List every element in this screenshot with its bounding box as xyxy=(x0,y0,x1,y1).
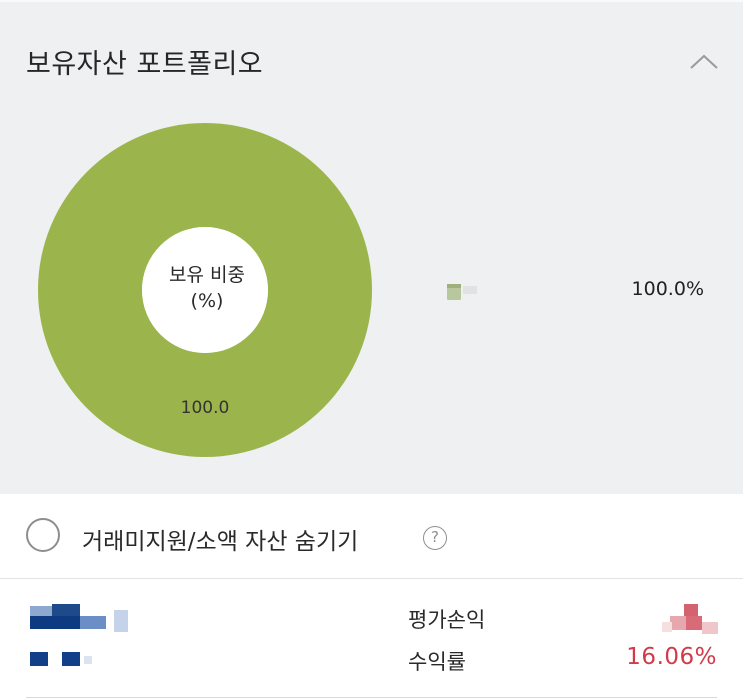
collapse-button[interactable] xyxy=(686,50,722,72)
return-rate-value: 16.06% xyxy=(626,644,717,670)
eval-profit-label: 평가손익 xyxy=(408,608,486,632)
hide-small-assets-row: 거래미지원/소액 자산 숨기기 ? xyxy=(0,494,743,579)
panel-title: 보유자산 포트폴리오 xyxy=(26,49,264,80)
legend-value: 100.0% xyxy=(631,278,704,300)
donut-center-unit: (%) xyxy=(190,290,224,312)
chevron-up-icon xyxy=(690,54,718,69)
hide-small-assets-label[interactable]: 거래미지원/소액 자산 숨기기 xyxy=(82,522,358,556)
legend-name-blurred xyxy=(463,286,477,294)
asset-row[interactable]: 평가손익 수익률 16.06% xyxy=(0,582,743,700)
return-rate-label: 수익률 xyxy=(408,650,466,674)
donut-center-label: 보유 비중 (%) xyxy=(142,262,272,314)
donut-center-title: 보유 비중 xyxy=(169,264,245,286)
question-circle-icon[interactable]: ? xyxy=(423,526,447,550)
legend-swatch xyxy=(447,284,461,300)
slice-data-label: 100.0 xyxy=(180,398,230,418)
hide-small-assets-radio[interactable] xyxy=(26,518,60,552)
